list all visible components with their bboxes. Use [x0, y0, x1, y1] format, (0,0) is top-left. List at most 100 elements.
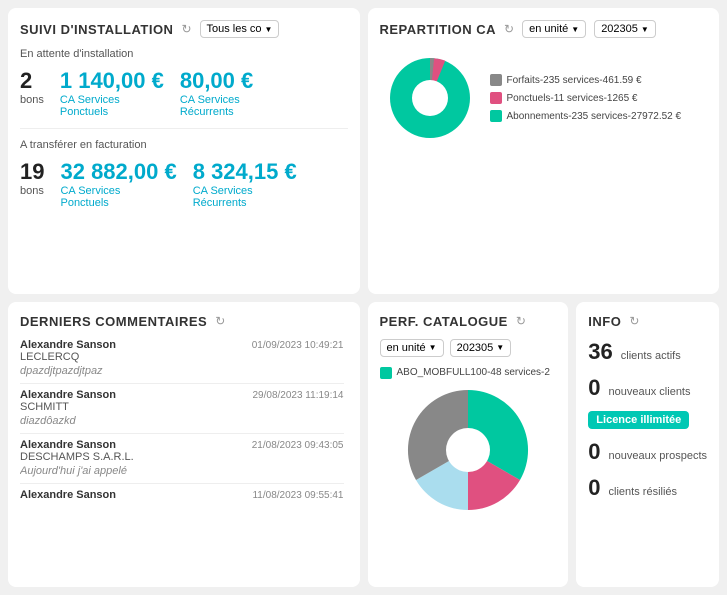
comment-divider-1	[20, 433, 344, 434]
comment-text-1: diazdôazkd	[20, 415, 344, 427]
suivi-section2-row: 19 bons 32 882,00 € CA Services Ponctuel…	[20, 159, 348, 209]
legend-label-forfaits: Forfaits-235 services-461.59 €	[507, 75, 642, 86]
info-nouveaux-clients-count: 0	[588, 375, 600, 401]
info-title: INFO	[588, 314, 621, 329]
repartition-unite-dropdown[interactable]: en unité	[522, 20, 586, 38]
suivi-s2-count-label: bons	[20, 185, 44, 197]
bottom-right: PERF. CATALOGUE ↻ en unité 202305 ABO_MO…	[368, 302, 720, 588]
suivi-s2-ca-ponctuel: 32 882,00 € CA Services Ponctuels	[60, 159, 176, 209]
info-nouveaux-prospects-label: nouveaux prospects	[609, 450, 707, 462]
perf-refresh-icon[interactable]: ↻	[516, 314, 526, 328]
comment-company-0: LECLERCQ	[20, 351, 344, 363]
comment-item-3: Alexandre Sanson 11/08/2023 09:55:41	[20, 489, 344, 501]
comment-author-2: Alexandre Sanson	[20, 439, 116, 451]
info-header: INFO ↻	[588, 314, 707, 329]
comment-author-1: Alexandre Sanson	[20, 389, 116, 401]
suivi-s2-car-label1: CA Services	[193, 185, 253, 197]
suivi-refresh-icon[interactable]: ↻	[181, 22, 191, 36]
info-nouveaux-prospects: 0 nouveaux prospects	[588, 439, 707, 465]
comment-header-2: Alexandre Sanson 21/08/2023 09:43:05	[20, 439, 344, 451]
comment-item-0: Alexandre Sanson 01/09/2023 10:49:21 LEC…	[20, 339, 344, 377]
info-badge-container: Licence illimitée	[588, 411, 707, 429]
comments-list[interactable]: Alexandre Sanson 01/09/2023 10:49:21 LEC…	[20, 339, 348, 507]
suivi-s1-count-value: 2	[20, 68, 32, 94]
suivi-s1-car-value: 80,00 €	[180, 68, 253, 94]
suivi-divider	[20, 128, 348, 129]
legend-dot-forfaits	[490, 74, 502, 86]
info-clients-resilies-label: clients résiliés	[609, 486, 677, 498]
info-card: INFO ↻ 36 clients actifs 0 nouveaux clie…	[576, 302, 719, 588]
repartition-pie	[380, 48, 480, 148]
info-licence-badge: Licence illimitée	[588, 411, 689, 429]
commentaires-title: DERNIERS COMMENTAIRES	[20, 314, 207, 329]
repartition-legend: Forfaits-235 services-461.59 € Ponctuels…	[490, 74, 682, 122]
suivi-s2-car-label2: Récurrents	[193, 197, 247, 209]
suivi-s1-cap-value: 1 140,00 €	[60, 68, 164, 94]
repartition-title: REPARTITION CA	[380, 22, 497, 37]
perf-filters: en unité 202305	[380, 339, 557, 357]
repartition-refresh-icon[interactable]: ↻	[504, 22, 514, 36]
suivi-s1-car-label1: CA Services	[180, 94, 240, 106]
comment-author-0: Alexandre Sanson	[20, 339, 116, 351]
perf-legend-dot	[380, 367, 392, 379]
info-clients-actifs-label: clients actifs	[621, 350, 681, 362]
legend-item-forfaits: Forfaits-235 services-461.59 €	[490, 74, 682, 86]
legend-dot-ponctuels	[490, 92, 502, 104]
suivi-s1-ca-ponctuel: 1 140,00 € CA Services Ponctuels	[60, 68, 164, 118]
info-clients-actifs-count: 36	[588, 339, 612, 365]
suivi-section2-title: A transférer en facturation	[20, 139, 348, 151]
comment-text-2: Aujourd'hui j'ai appelé	[20, 465, 344, 477]
repartition-header: REPARTITION CA ↻ en unité 202305	[380, 20, 708, 38]
info-refresh-icon[interactable]: ↻	[629, 314, 639, 328]
suivi-s1-count-label: bons	[20, 94, 44, 106]
info-nouveaux-prospects-count: 0	[588, 439, 600, 465]
comment-header-0: Alexandre Sanson 01/09/2023 10:49:21	[20, 339, 344, 351]
comment-divider-0	[20, 383, 344, 384]
legend-item-ponctuels: Ponctuels-11 services-1265 €	[490, 92, 682, 104]
comment-company-1: SCHMITT	[20, 401, 344, 413]
perf-header: PERF. CATALOGUE ↻	[380, 314, 557, 329]
suivi-s1-count: 2 bons	[20, 68, 44, 118]
suivi-card: SUIVI D'INSTALLATION ↻ Tous les co En at…	[8, 8, 360, 294]
perf-legend: ABO_MOBFULL100-48 services-2	[380, 367, 557, 379]
comment-divider-2	[20, 483, 344, 484]
perf-pie-container	[380, 385, 557, 515]
comment-date-3: 11/08/2023 09:55:41	[252, 490, 343, 501]
suivi-section1-title: En attente d'installation	[20, 48, 348, 60]
info-clients-resilies: 0 clients résiliés	[588, 475, 707, 501]
info-nouveaux-clients-label: nouveaux clients	[609, 386, 691, 398]
comment-item-1: Alexandre Sanson 29/08/2023 11:19:14 SCH…	[20, 389, 344, 427]
commentaires-header: DERNIERS COMMENTAIRES ↻	[20, 314, 348, 329]
suivi-s2-car-value: 8 324,15 €	[193, 159, 297, 185]
perf-date-dropdown[interactable]: 202305	[450, 339, 512, 357]
info-metrics: 36 clients actifs 0 nouveaux clients Lic…	[588, 339, 707, 501]
suivi-s2-cap-value: 32 882,00 €	[60, 159, 176, 185]
legend-label-ponctuels: Ponctuels-11 services-1265 €	[507, 93, 638, 104]
legend-dot-abonnements	[490, 110, 502, 122]
suivi-section1-row: 2 bons 1 140,00 € CA Services Ponctuels …	[20, 68, 348, 118]
suivi-s2-cap-label2: Ponctuels	[60, 197, 108, 209]
suivi-filter-dropdown[interactable]: Tous les co	[200, 20, 280, 38]
suivi-title: SUIVI D'INSTALLATION	[20, 22, 173, 37]
repartition-date-dropdown[interactable]: 202305	[594, 20, 656, 38]
comment-text-0: dpazdjtpazdjtpaz	[20, 365, 344, 377]
perf-title: PERF. CATALOGUE	[380, 314, 508, 329]
perf-unite-dropdown[interactable]: en unité	[380, 339, 444, 357]
commentaires-card: DERNIERS COMMENTAIRES ↻ Alexandre Sanson…	[8, 302, 360, 588]
comment-author-3: Alexandre Sanson	[20, 489, 116, 501]
info-clients-resilies-count: 0	[588, 475, 600, 501]
suivi-s1-ca-recurrent: 80,00 € CA Services Récurrents	[180, 68, 253, 118]
info-nouveaux-clients: 0 nouveaux clients	[588, 375, 707, 401]
comment-item-2: Alexandre Sanson 21/08/2023 09:43:05 DES…	[20, 439, 344, 477]
comment-header-1: Alexandre Sanson 29/08/2023 11:19:14	[20, 389, 344, 401]
comment-date-0: 01/09/2023 10:49:21	[252, 340, 344, 351]
comment-date-1: 29/08/2023 11:19:14	[252, 390, 343, 401]
info-clients-actifs: 36 clients actifs	[588, 339, 707, 365]
suivi-s2-count: 19 bons	[20, 159, 44, 209]
commentaires-refresh-icon[interactable]: ↻	[215, 314, 225, 328]
perf-pie-chart	[403, 385, 533, 515]
perf-legend-label: ABO_MOBFULL100-48 services-2	[397, 367, 550, 378]
comment-header-3: Alexandre Sanson 11/08/2023 09:55:41	[20, 489, 344, 501]
repartition-card: REPARTITION CA ↻ en unité 202305	[368, 8, 720, 294]
suivi-s1-cap-label2: Ponctuels	[60, 106, 108, 118]
